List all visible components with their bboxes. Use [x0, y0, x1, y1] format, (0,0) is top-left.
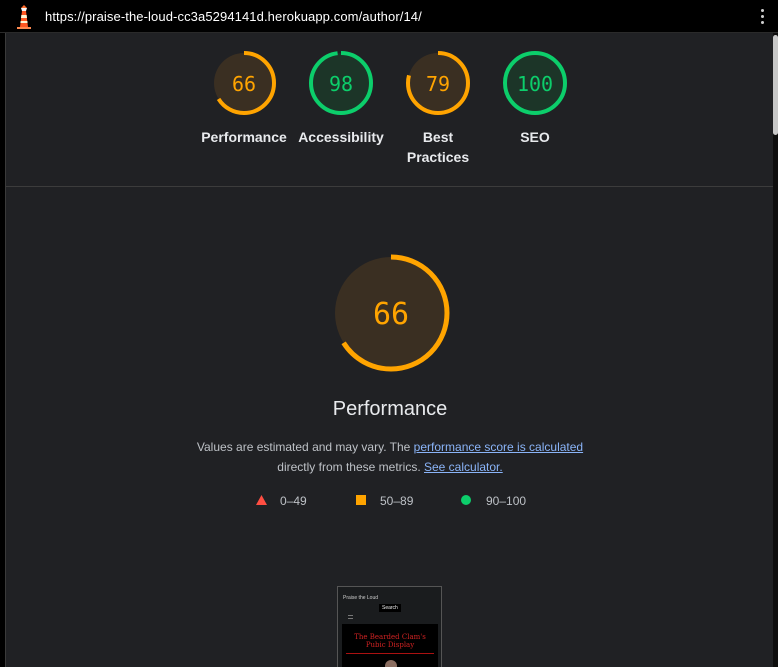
- address-bar: https://praise-the-loud-cc3a5294141d.her…: [0, 0, 778, 33]
- page-screenshot-thumbnail[interactable]: Praise the Loud Search The Bearded Clam'…: [337, 586, 442, 667]
- gauge-label: Performance: [201, 129, 287, 145]
- thumb-banner-title: The Bearded Clam's Pubic Display: [346, 633, 434, 649]
- gauge-ring: 66: [212, 51, 276, 115]
- gauge-label-line1: Best: [422, 129, 454, 145]
- gauge-score: 98: [329, 72, 353, 96]
- thumb-banner-rule: [346, 653, 434, 654]
- gauge-score: 79: [426, 72, 450, 96]
- desc-text: Values are estimated and may vary. The: [196, 440, 414, 454]
- report-content: 66 Performance 98 Accessibility 79 Best …: [5, 33, 773, 667]
- square-icon: [356, 495, 366, 505]
- legend-label: 50–89: [380, 494, 414, 508]
- thumb-banner-line2: Pubic Display: [365, 641, 415, 649]
- score-calculation-link[interactable]: performance score is calculated: [414, 440, 583, 454]
- legend-label: 0–49: [280, 494, 307, 508]
- hamburger-icon: [348, 615, 353, 619]
- desc-text: directly from these metrics.: [277, 460, 421, 474]
- thumb-site-title: Praise the Loud: [343, 595, 379, 601]
- url-text[interactable]: https://praise-the-loud-cc3a5294141d.her…: [45, 9, 422, 24]
- section-divider: [6, 186, 773, 187]
- thumb-search-button: Search: [379, 604, 401, 612]
- gauge-ring: 79: [406, 51, 470, 115]
- gauge-score: 66: [232, 72, 256, 96]
- scrollbar-thumb[interactable]: [773, 35, 778, 135]
- thumb-banner: The Bearded Clam's Pubic Display: [342, 624, 438, 667]
- performance-gauge-large: 66: [332, 254, 450, 372]
- gauge-ring: 100: [503, 51, 567, 115]
- gauge-ring: 98: [309, 51, 373, 115]
- gauge-label: Accessibility: [298, 129, 384, 145]
- legend-average: 50–89: [356, 493, 426, 509]
- vertical-scrollbar[interactable]: [773, 33, 778, 667]
- gauge-label: SEO: [520, 129, 550, 145]
- legend-label: 90–100: [486, 494, 527, 508]
- lighthouse-icon: [17, 5, 31, 29]
- legend-fail: 0–49: [256, 493, 316, 509]
- performance-score: 66: [373, 297, 409, 332]
- more-vertical-icon[interactable]: [757, 7, 767, 27]
- thumb-avatar: [385, 660, 397, 667]
- circle-icon: [461, 495, 471, 505]
- see-calculator-link[interactable]: See calculator.: [424, 460, 503, 474]
- gauge-label: Best Practices: [388, 127, 488, 167]
- performance-description: Values are estimated and may vary. The p…: [186, 437, 594, 477]
- gauge-label-line2: Practices: [406, 149, 470, 165]
- thumb-banner-line1: The Bearded Clam's: [354, 633, 426, 641]
- triangle-icon: [256, 495, 267, 505]
- legend-pass: 90–100: [461, 493, 541, 509]
- performance-title: Performance: [332, 398, 448, 420]
- gauge-score: 100: [517, 72, 553, 96]
